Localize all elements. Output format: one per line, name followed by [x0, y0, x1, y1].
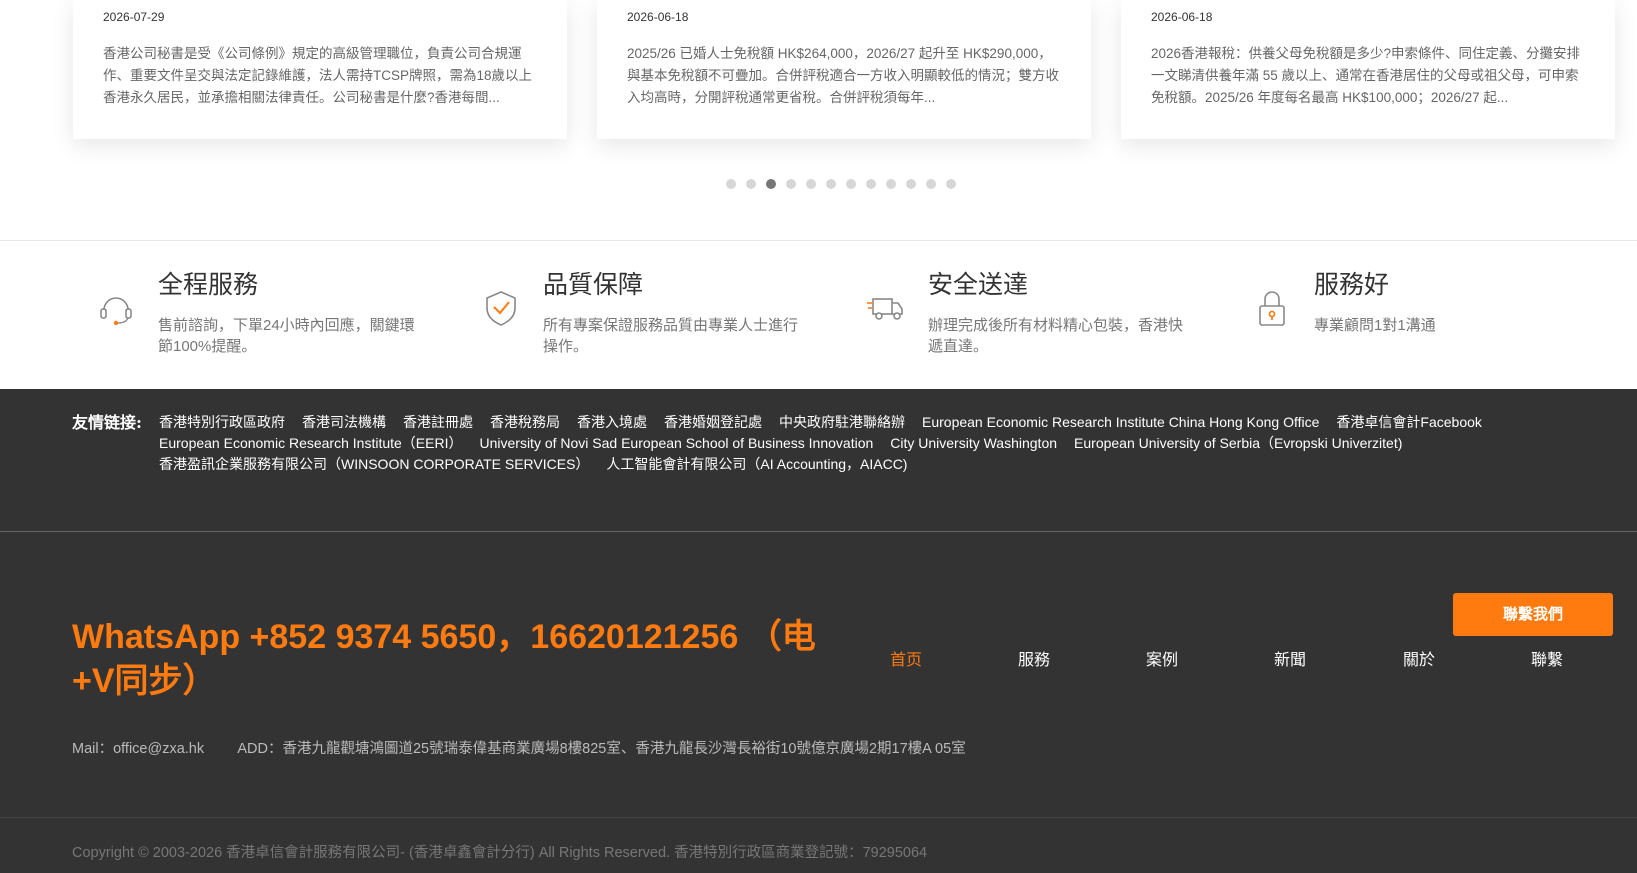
features-strip: 全程服務 售前諮詢，下單24小時內回應，關鍵環節100%提醒。 品質保障 所有專… [0, 241, 1637, 389]
feature-title: 安全送達 [928, 271, 1029, 299]
contact-us-button[interactable]: 聯繫我們 [1453, 593, 1613, 636]
friend-link[interactable]: 香港入境處 [577, 412, 647, 433]
feature-desc: 辦理完成後所有材料精心包裝，香港快遞直達。 [928, 317, 1184, 355]
friend-link[interactable]: 香港特別行政區政府 [159, 412, 285, 433]
friend-link[interactable]: 香港盈訊企業服務有限公司（WINSOON CORPORATE SERVICES） [159, 454, 589, 475]
friend-link[interactable]: 香港卓信會計Facebook [1336, 412, 1481, 433]
nav-services[interactable]: 服務 [1018, 646, 1050, 670]
friend-link[interactable]: European Economic Research Institute Chi… [922, 412, 1319, 433]
carousel-dot[interactable] [946, 179, 956, 189]
news-card[interactable]: 2026-06-18 2026香港報稅：供養父母免稅額是多少?申索條件、同住定義… [1121, 0, 1615, 139]
friend-link[interactable]: European Economic Research Institute（EER… [159, 433, 462, 454]
carousel-dot[interactable] [926, 179, 936, 189]
carousel-dot[interactable] [846, 179, 856, 189]
copyright-text: Copyright © 2003-2026 香港卓信會計服務有限公司- (香港卓… [72, 845, 928, 861]
nav-about[interactable]: 關於 [1403, 646, 1435, 670]
nav-cases[interactable]: 案例 [1146, 646, 1178, 670]
news-card[interactable]: 2026-06-18 2025/26 已婚人士免稅額 HK$264,000，20… [597, 0, 1091, 139]
office-address: ADD：香港九龍觀塘鴻圖道25號瑞泰偉基商業廣場8樓825室、香港九龍長沙灣長裕… [237, 741, 966, 757]
news-excerpt: 香港公司秘書是受《公司條例》規定的高級管理職位，負責公司合規運作、重要文件呈交與… [103, 46, 533, 105]
carousel-dot[interactable] [766, 179, 776, 189]
nav-news[interactable]: 新聞 [1274, 646, 1306, 670]
footer-divider [0, 817, 1637, 818]
carousel-dot[interactable] [806, 179, 816, 189]
footer-divider [0, 531, 1637, 532]
news-excerpt: 2026香港報稅：供養父母免稅額是多少?申索條件、同住定義、分攤安排一文睇清供養… [1151, 46, 1581, 105]
feature-desc: 售前諮詢，下單24小時內回應，關鍵環節100%提醒。 [158, 317, 415, 355]
news-date: 2026-07-29 [103, 10, 165, 24]
carousel-dot[interactable] [866, 179, 876, 189]
feature-title: 服務好 [1314, 271, 1390, 299]
news-excerpt: 2025/26 已婚人士免稅額 HK$264,000，2026/27 起升至 H… [627, 46, 1059, 105]
friend-link[interactable]: 香港司法機構 [302, 412, 386, 433]
feature-title: 全程服務 [158, 271, 259, 299]
carousel-dot[interactable] [906, 179, 916, 189]
feature-title: 品質保障 [543, 271, 644, 299]
friend-link[interactable]: 香港婚姻登記處 [664, 412, 762, 433]
nav-home[interactable]: 首页 [890, 646, 922, 670]
news-date: 2026-06-18 [627, 10, 689, 24]
friend-link[interactable]: 香港註冊處 [403, 412, 473, 433]
friend-link[interactable]: City University Washington [890, 433, 1057, 454]
headset-icon [100, 297, 132, 326]
lock-icon [1259, 291, 1285, 326]
feature-desc: 所有專案保證服務品質由專業人士進行操作。 [543, 317, 799, 355]
carousel-dot[interactable] [826, 179, 836, 189]
delivery-truck-icon [867, 298, 903, 320]
carousel-dot[interactable] [746, 179, 756, 189]
friend-link[interactable]: 中央政府駐港聯絡辦 [779, 412, 905, 433]
site-footer: 友情链接: 香港特別行政區政府 香港司法機構 香港註冊處 香港稅務局 香港入境處 香港婚姻… [0, 389, 1637, 873]
carousel-dot[interactable] [886, 179, 896, 189]
friend-link[interactable]: University of Novi Sad European School o… [479, 433, 873, 454]
news-date: 2026-06-18 [1151, 10, 1213, 24]
nav-contact[interactable]: 聯繫 [1531, 646, 1563, 670]
whatsapp-contact: WhatsApp +852 9374 5650，16620121256 （电+V… [72, 618, 816, 700]
friend-link[interactable]: 人工智能會計有限公司（AI Accounting，AIACC) [606, 454, 907, 475]
friend-links-label: 友情链接: [72, 413, 142, 432]
friend-links-list: 香港特別行政區政府 香港司法機構 香港註冊處 香港稅務局 香港入境處 香港婚姻登記處 中央政… [159, 412, 1579, 475]
footer-address: Mail：office@zxa.hk ADD：香港九龍觀塘鴻圖道25號瑞泰偉基商… [72, 737, 966, 758]
mail-address[interactable]: Mail：office@zxa.hk [72, 741, 204, 757]
carousel-dot[interactable] [786, 179, 796, 189]
friend-link[interactable]: European University of Serbia（Evropski U… [1074, 433, 1402, 454]
carousel-dot[interactable] [726, 179, 736, 189]
news-cards-section: 2026-07-29 香港公司秘書是受《公司條例》規定的高級管理職位，負責公司合… [0, 0, 1637, 240]
shield-check-icon [486, 291, 516, 326]
friend-link[interactable]: 香港稅務局 [490, 412, 560, 433]
carousel-pagination [726, 179, 956, 189]
news-card[interactable]: 2026-07-29 香港公司秘書是受《公司條例》規定的高級管理職位，負責公司合… [73, 0, 567, 139]
feature-desc: 專業顧問1對1溝通 [1314, 317, 1436, 334]
